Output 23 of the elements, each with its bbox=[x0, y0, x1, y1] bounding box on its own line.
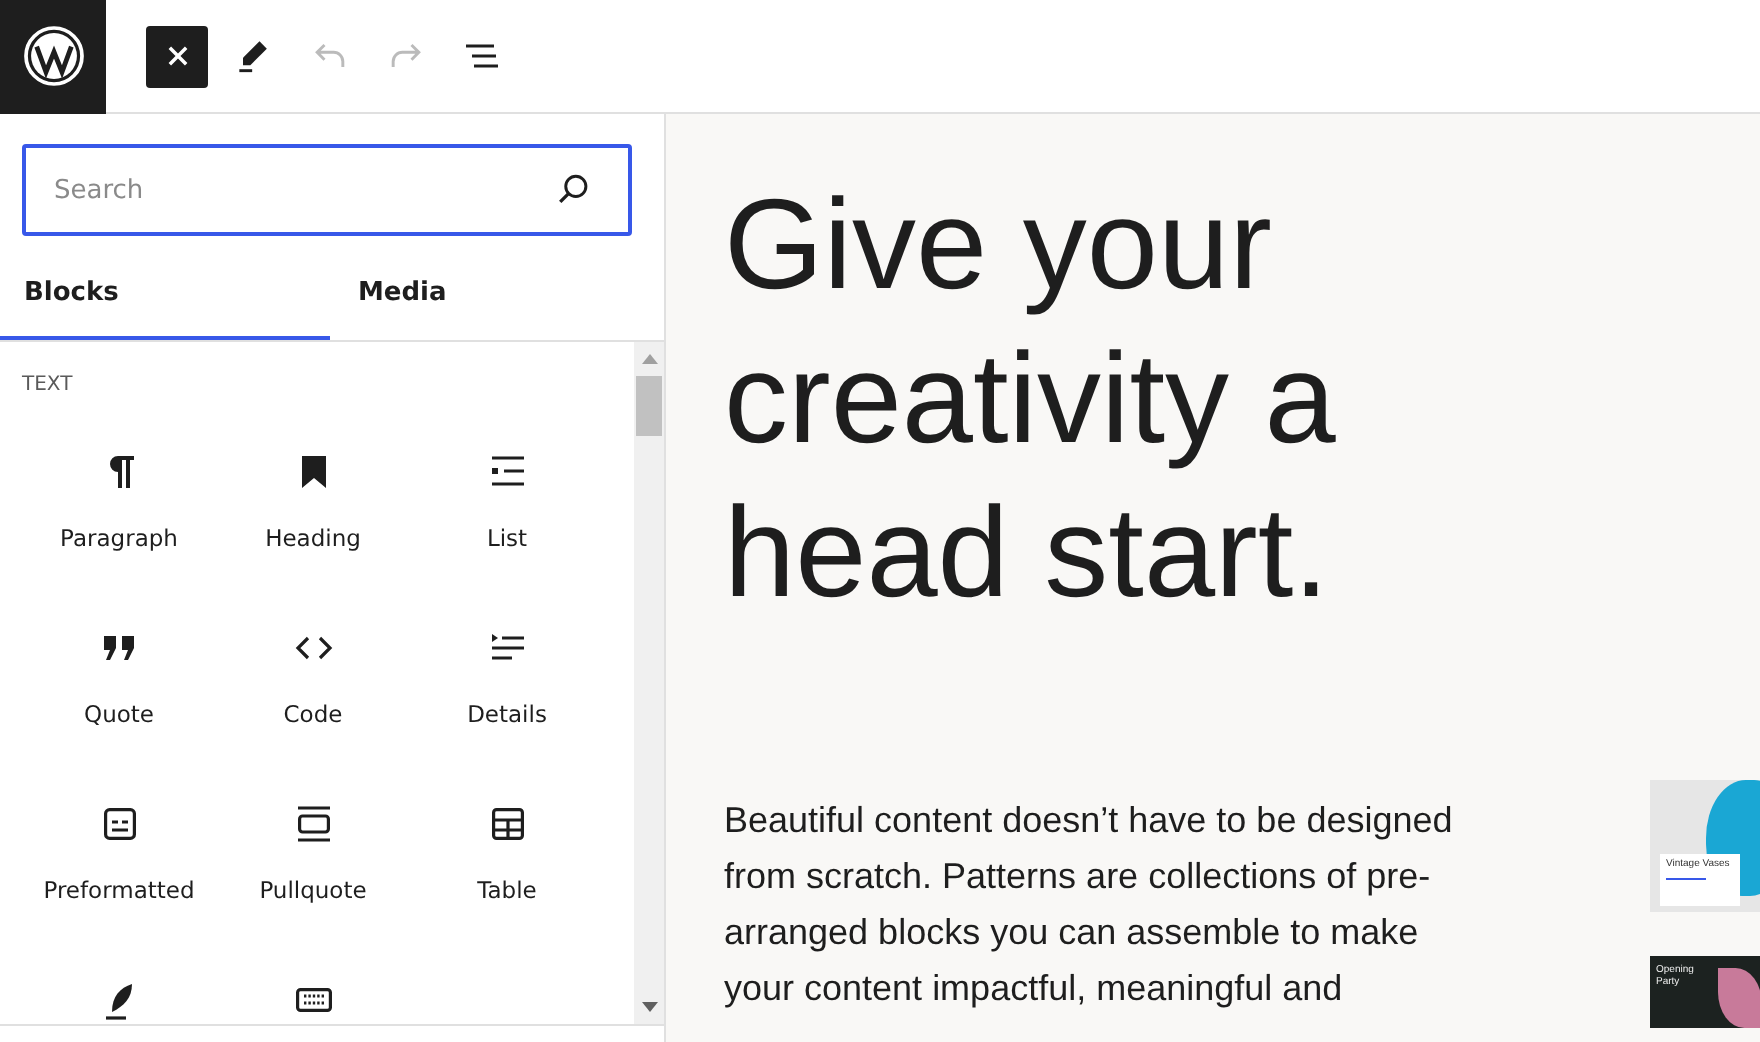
block-item[interactable]: Details bbox=[410, 624, 604, 760]
wordpress-icon bbox=[21, 24, 85, 88]
site-logo-button[interactable] bbox=[0, 0, 106, 113]
block-item[interactable]: Paragraph bbox=[22, 448, 216, 584]
close-icon bbox=[163, 42, 191, 70]
tab[interactable]: Media bbox=[330, 248, 664, 340]
block-item[interactable]: List bbox=[410, 448, 604, 584]
leaf-drawing bbox=[1718, 968, 1760, 1028]
block-item[interactable]: Table bbox=[410, 800, 604, 936]
block-item[interactable]: Heading bbox=[216, 448, 410, 584]
scrollbar-thumb[interactable] bbox=[636, 376, 662, 436]
block-item[interactable]: Pullquote bbox=[216, 800, 410, 936]
tab[interactable]: Blocks bbox=[0, 248, 330, 340]
scrollbar[interactable] bbox=[634, 342, 664, 1024]
block-item[interactable]: Code bbox=[216, 624, 410, 760]
body-paragraph: Beautiful content doesn’t have to be designed from scratch. Patterns are collections of pre-arranged blocks you can assemble to make your content impactful, meaningful and bbox=[724, 798, 1455, 1012]
link-line bbox=[1666, 878, 1706, 880]
search-field[interactable]: Search bbox=[22, 144, 632, 236]
close-button[interactable] bbox=[146, 25, 208, 87]
block-item[interactable]: Preformatted bbox=[22, 800, 216, 936]
page-heading: Give your creativity a head start. bbox=[724, 170, 1338, 628]
block-item[interactable]: Quote bbox=[22, 624, 216, 760]
category-heading: TEXT bbox=[22, 374, 75, 396]
